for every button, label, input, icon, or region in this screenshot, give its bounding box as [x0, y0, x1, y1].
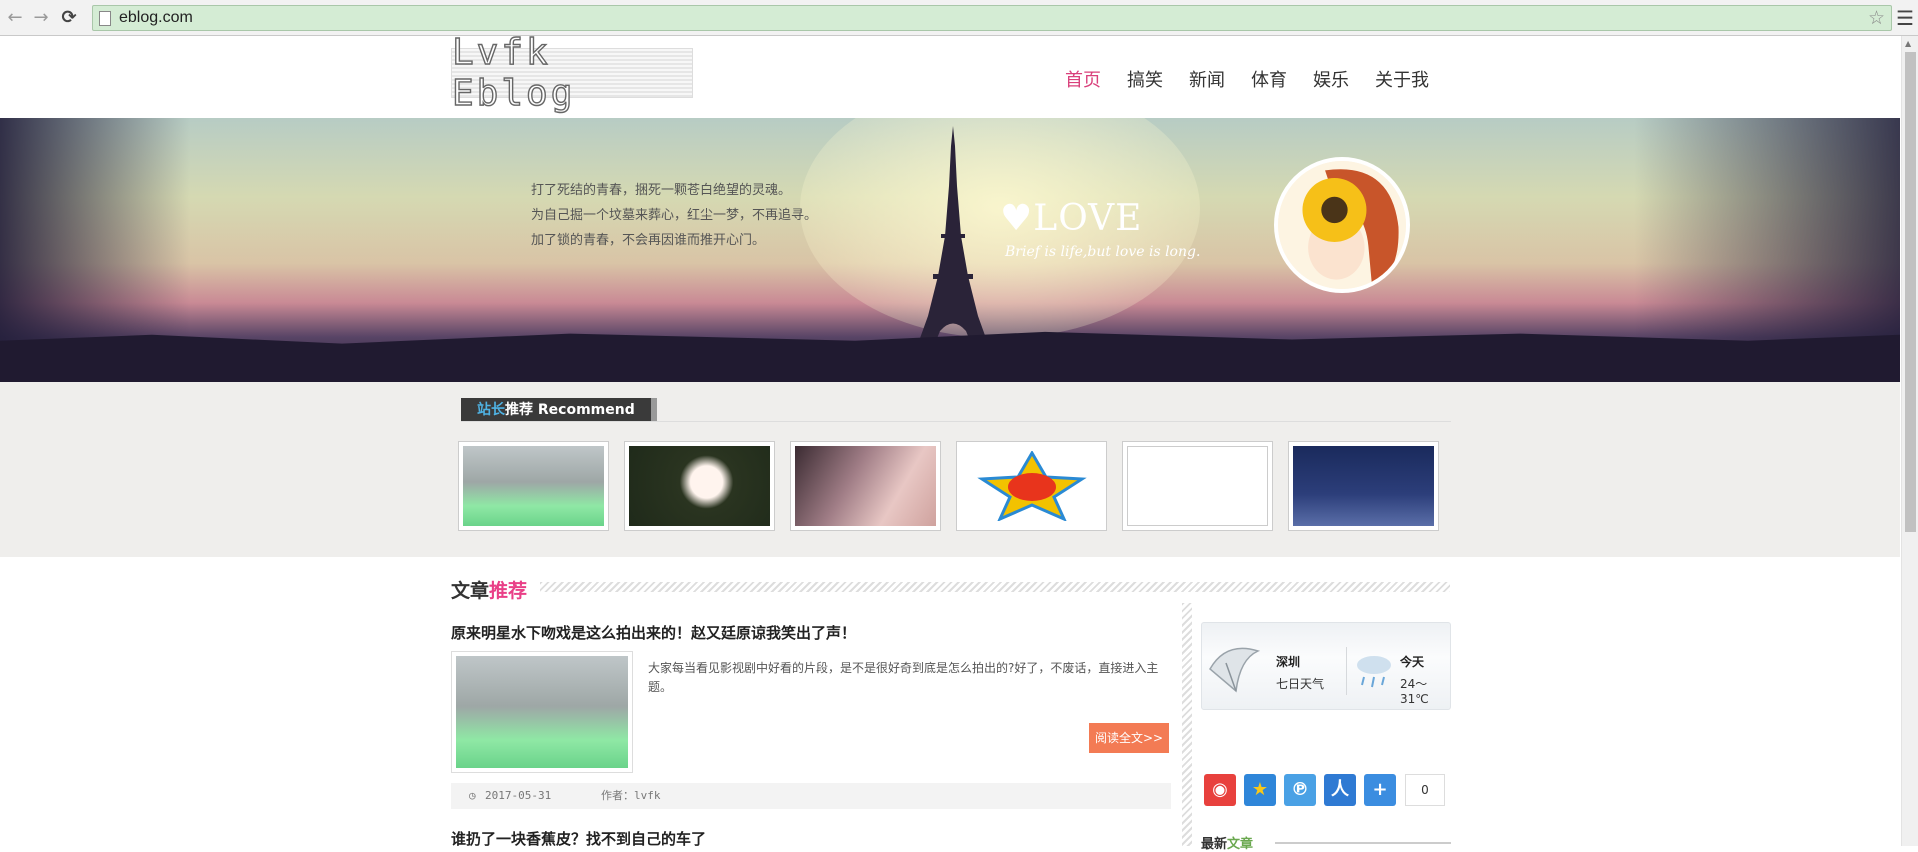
scrollbar-thumb[interactable]: [1905, 52, 1916, 532]
banner-poem: 打了死结的青春，捆死一颗苍白绝望的灵魂。 为自己掘一个坟墓来葬心，红尘一梦，不再…: [531, 178, 817, 253]
menu-icon[interactable]: ☰: [1896, 6, 1914, 30]
page-icon: [99, 11, 111, 26]
umbrella-icon: [1209, 647, 1261, 693]
clock-icon: ◷: [469, 789, 476, 802]
forward-icon[interactable]: →: [30, 7, 52, 29]
thumbnail-image: [463, 446, 604, 526]
weather-today: 今天: [1400, 655, 1425, 669]
nav-item-sports[interactable]: 体育: [1251, 66, 1287, 92]
recommend-thumbnail[interactable]: [624, 441, 775, 531]
column-divider: [1182, 603, 1192, 846]
latest-title-text: 最新: [1201, 837, 1228, 852]
love-heading: ♥LOVE: [1000, 198, 1143, 239]
nav-item-home[interactable]: 首页: [1065, 66, 1101, 92]
nav-item-about[interactable]: 关于我: [1375, 66, 1429, 92]
back-icon[interactable]: ←: [4, 7, 26, 29]
love-heading-text: LOVE: [1033, 198, 1143, 239]
bookmark-star-icon[interactable]: ☆: [1868, 7, 1885, 29]
weather-week[interactable]: 七日天气: [1276, 675, 1324, 692]
logo-text: Lvfk Eblog: [451, 31, 576, 114]
divider: [461, 421, 1451, 422]
section-title: 文章推荐: [451, 576, 527, 603]
weather-city: 深圳: [1276, 655, 1301, 669]
weather-temp: 24～31℃: [1400, 677, 1429, 706]
section-stripe: [540, 582, 1450, 592]
latest-articles-title: 最新文章: [1201, 833, 1253, 852]
article-image[interactable]: [451, 651, 633, 773]
sunflower-girl-image: [1278, 161, 1406, 289]
hero-banner: [0, 118, 1900, 382]
recommend-thumbnail[interactable]: [1288, 441, 1439, 531]
section-title-text: 文章: [451, 580, 490, 602]
article-thumbnail: [456, 656, 628, 768]
read-more-button[interactable]: 阅读全文>>: [1089, 723, 1169, 753]
recommend-title-highlight: 站长: [477, 402, 505, 418]
poem-line: 加了锁的青春，不会再因谁而推开心门。: [531, 233, 766, 248]
poem-line: 打了死结的青春，捆死一颗苍白绝望的灵魂。: [531, 183, 792, 198]
more-share-icon[interactable]: +: [1364, 774, 1396, 806]
recommend-title-rest: 推荐 Recommend: [505, 402, 635, 418]
renren-share-icon[interactable]: 人: [1324, 774, 1356, 806]
article-author[interactable]: 作者：lvfk: [601, 783, 661, 809]
latest-title-highlight: 文章: [1227, 837, 1254, 852]
article-excerpt: 大家每当看见影视剧中好看的片段，是不是很好奇到底是怎么拍出的?好了，不废话，直接…: [648, 661, 1159, 694]
recommend-section: [0, 382, 1900, 557]
divider: [1346, 647, 1347, 695]
recommend-thumbnail[interactable]: [790, 441, 941, 531]
site-logo[interactable]: Lvfk Eblog: [451, 31, 693, 115]
divider: [1275, 842, 1451, 844]
weather-widget[interactable]: 深圳 七日天气 今天 24～31℃: [1201, 622, 1451, 710]
recommend-thumbnail[interactable]: [956, 441, 1107, 531]
share-count: 0: [1405, 774, 1445, 806]
scroll-up-icon[interactable]: ▲: [1905, 39, 1911, 48]
tencent-weibo-share-icon[interactable]: ℗: [1284, 774, 1316, 806]
article-title[interactable]: 原来明星水下吻戏是这么拍出来的！赵又廷原谅我笑出了声！: [451, 622, 856, 643]
thumbnail-image: [795, 446, 936, 526]
thumbnail-image: [629, 446, 770, 526]
thumbnail-image: [961, 446, 1102, 526]
star-logo-image: [976, 451, 1087, 521]
weibo-share-icon[interactable]: ◉: [1204, 774, 1236, 806]
poem-line: 为自己掘一个坟墓来葬心，红尘一梦，不再追寻。: [531, 208, 818, 223]
section-title-highlight: 推荐: [489, 580, 528, 602]
nav-item-entertainment[interactable]: 娱乐: [1313, 66, 1349, 92]
url-text[interactable]: eblog.com: [119, 9, 193, 27]
article-meta: ◷ 2017-05-31 作者：lvfk: [451, 783, 1171, 809]
nav-item-news[interactable]: 新闻: [1189, 66, 1225, 92]
nav-item-funny[interactable]: 搞笑: [1127, 66, 1163, 92]
avatar[interactable]: [1274, 157, 1410, 293]
recommend-title: 站长推荐 Recommend: [461, 398, 651, 422]
rain-cloud-icon: [1357, 656, 1391, 688]
reload-icon[interactable]: ⟳: [58, 7, 80, 29]
recommend-thumbnail[interactable]: [458, 441, 609, 531]
recommend-thumbnail[interactable]: [1122, 441, 1273, 531]
qzone-share-icon[interactable]: ★: [1244, 774, 1276, 806]
main-nav: 首页 搞笑 新闻 体育 娱乐 关于我: [1065, 66, 1429, 92]
address-bar[interactable]: eblog.com ☆: [92, 5, 1892, 31]
scrollbar[interactable]: ▲: [1901, 36, 1918, 846]
article-date: 2017-05-31: [485, 789, 552, 802]
eiffel-tower-image: [910, 126, 996, 366]
love-subtitle: Brief is life,but love is long.: [1005, 244, 1201, 260]
thumbnail-image: [1293, 446, 1434, 526]
browser-toolbar: ← → ⟳ eblog.com ☆ ☰: [0, 0, 1918, 36]
broken-image-icon: [1127, 446, 1268, 526]
